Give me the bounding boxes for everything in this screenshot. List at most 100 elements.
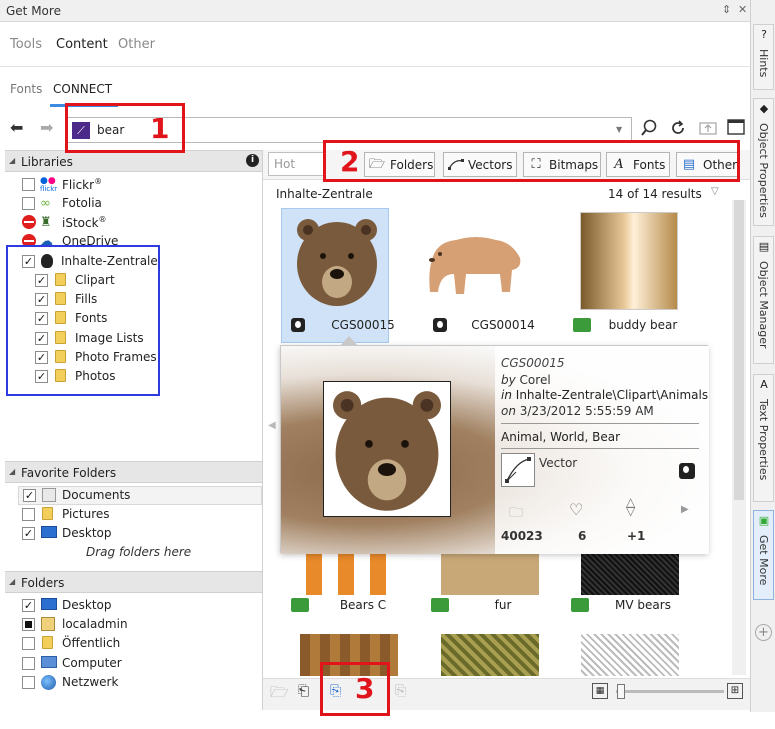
panel-splitter[interactable] [262, 150, 263, 710]
large-thumbnails-icon[interactable]: ⊞ [727, 683, 743, 699]
vector-balloon-icon [433, 318, 447, 332]
checkbox-partial[interactable] [22, 618, 35, 631]
dock-tab-text-properties[interactable]: A Text Properties [753, 374, 774, 502]
annotation-label-3: 3 [355, 672, 375, 705]
dock-tab-get-more[interactable]: ▣ Get More [753, 510, 774, 600]
divider [501, 423, 699, 424]
library-item-fotolia[interactable]: ∞ Fotolia [22, 195, 252, 213]
dock-tab-object-manager[interactable]: ▤ Object Manager [753, 236, 774, 364]
checkbox-checked[interactable]: ✓ [22, 527, 35, 540]
close-icon[interactable]: ✕ [738, 3, 747, 16]
library-item-istock[interactable]: ♜ iStock® [22, 214, 252, 232]
results-scrollbar[interactable] [732, 200, 746, 675]
subtab-fonts[interactable]: Fonts [10, 82, 42, 96]
dock-tab-object-properties[interactable]: ◆ Object Properties [753, 98, 774, 226]
object-manager-icon: ▤ [758, 240, 770, 253]
folders-header[interactable]: ◢ Folders [5, 571, 263, 593]
checkbox-checked[interactable]: ✓ [22, 599, 35, 612]
tab-other[interactable]: Other [118, 37, 155, 52]
favorite-item-pictures[interactable]: Pictures [22, 506, 252, 524]
library-label: iStock [62, 216, 99, 230]
small-thumbnails-icon[interactable]: ▦ [592, 683, 608, 699]
folder-label: Netzwerk [62, 675, 119, 689]
dock-tab-hints[interactable]: ? Hints [753, 24, 774, 90]
result-thumbnail-bear-walking[interactable] [426, 212, 524, 310]
refresh-icon[interactable] [667, 119, 689, 141]
library-label: Fotolia [62, 196, 102, 210]
more-arrow-icon[interactable]: ▶ [681, 504, 689, 515]
vector-balloon-icon [679, 463, 695, 479]
downloads-count: 40023 [501, 529, 543, 543]
folder-item-netzwerk[interactable]: Netzwerk [22, 674, 252, 692]
slider-handle[interactable] [617, 684, 625, 699]
result-thumbnail-fur[interactable] [441, 553, 539, 595]
results-menu-icon[interactable]: ▽ [711, 186, 719, 197]
info-icon[interactable]: i [246, 154, 259, 167]
result-thumbnail-buddy-bear[interactable] [580, 212, 678, 310]
disabled-action-icon[interactable]: ⎘ [395, 683, 406, 699]
checkbox[interactable] [22, 676, 35, 689]
checkbox[interactable] [22, 197, 35, 210]
annotation-label-1: 1 [150, 112, 170, 145]
vote-icon[interactable]: △ ▽ [626, 496, 635, 517]
popup-pointer [340, 336, 358, 346]
checkbox[interactable] [22, 178, 35, 191]
result-thumbnail[interactable] [581, 634, 679, 676]
checkbox-checked[interactable]: ✓ [23, 489, 36, 502]
chevron-down-icon[interactable]: ▼ [616, 125, 622, 134]
group-icon [291, 598, 309, 612]
results-count: 14 of 14 results [608, 187, 702, 201]
result-thumbnail-mv-bears[interactable] [581, 553, 679, 595]
back-arrow-icon[interactable]: ⬅ [10, 118, 23, 137]
pin-icon[interactable]: ⇕ [722, 3, 731, 16]
panel-title: Libraries [21, 155, 73, 169]
checkbox[interactable] [22, 637, 35, 650]
import-icon[interactable]: ⎗ [298, 683, 309, 699]
divider [0, 66, 750, 67]
pictures-icon [42, 507, 53, 520]
group-icon [573, 318, 591, 332]
like-heart-icon[interactable]: ♡ [569, 500, 583, 519]
window-icon[interactable] [725, 119, 747, 141]
result-label: fur [494, 598, 512, 612]
result-thumbnail-bear-head[interactable] [288, 212, 386, 310]
forward-arrow-icon[interactable]: ➡ [40, 118, 53, 137]
thumbnail-size-slider[interactable] [616, 690, 724, 693]
popup-type: Vector [539, 456, 578, 470]
registered-mark: ® [94, 177, 103, 186]
folder-item-desktop[interactable]: ✓ Desktop [22, 597, 252, 615]
favorite-item-desktop[interactable]: ✓ Desktop [22, 525, 252, 543]
dock-tab-label: Text Properties [757, 399, 770, 481]
add-docker-icon[interactable]: + [755, 624, 772, 641]
in-prefix: in [501, 388, 512, 402]
folder-item-localadmin[interactable]: localadmin [22, 616, 252, 634]
registered-mark: ® [98, 215, 107, 224]
favorite-label: Desktop [62, 526, 112, 540]
result-label: CGS00015 [331, 318, 395, 332]
annotation-box-2 [323, 140, 740, 182]
result-thumbnail[interactable] [441, 634, 539, 676]
folder-item-computer[interactable]: Computer [22, 655, 252, 673]
favorite-folders-header[interactable]: ◢ Favorite Folders [5, 461, 263, 483]
result-thumbnail-bears-c[interactable] [300, 553, 398, 595]
tab-tools[interactable]: Tools [10, 37, 42, 52]
results-location: Inhalte-Zentrale [276, 187, 373, 201]
folder-up-icon[interactable] [697, 119, 719, 141]
subtab-connect[interactable]: CONNECT [53, 82, 112, 96]
get-more-icon: ▣ [758, 514, 770, 527]
tab-content[interactable]: Content [56, 37, 108, 52]
checkbox[interactable] [22, 508, 35, 521]
popup-item-name: CGS00015 [501, 356, 565, 370]
open-folder-icon[interactable]: 🗁 [270, 682, 289, 707]
scrollbar-thumb[interactable] [734, 200, 744, 500]
checkbox[interactable] [22, 657, 35, 670]
search-icon[interactable] [638, 119, 660, 141]
libraries-header[interactable]: ◢ Libraries i [5, 150, 263, 172]
scroll-left-icon[interactable]: ◀ [268, 420, 276, 431]
favorite-item-documents[interactable]: ✓ Documents [18, 486, 262, 505]
library-item-flickr[interactable]: ●● flickr Flickr® [22, 176, 252, 194]
folder-item-oeffentlich[interactable]: Öffentlich [22, 635, 252, 653]
sort-input[interactable]: Hot [268, 152, 324, 176]
object-properties-icon: ◆ [759, 102, 769, 115]
sort-placeholder: Hot [274, 157, 296, 171]
